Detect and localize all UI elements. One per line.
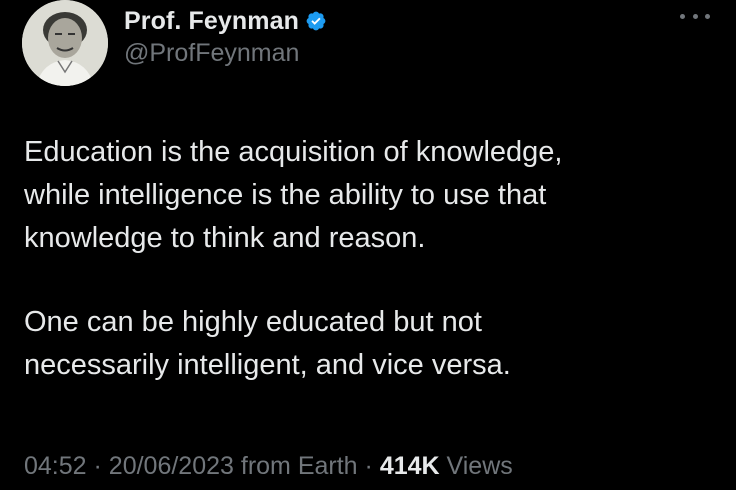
tweet-time[interactable]: 04:52 bbox=[24, 452, 87, 480]
avatar[interactable] bbox=[22, 0, 108, 86]
tweet: Prof. Feynman @ProfFeynman Education is … bbox=[0, 0, 736, 490]
display-name[interactable]: Prof. Feynman bbox=[124, 7, 299, 36]
views-count[interactable]: 414K bbox=[380, 452, 440, 480]
tweet-source: from Earth bbox=[240, 452, 358, 480]
name-row: Prof. Feynman bbox=[124, 4, 327, 38]
more-options-icon[interactable] bbox=[680, 8, 710, 24]
verified-badge-icon bbox=[305, 10, 327, 32]
avatar-image bbox=[22, 0, 108, 86]
more-dot bbox=[705, 13, 710, 19]
separator: · bbox=[93, 452, 102, 480]
tweet-paragraph-1: Education is the acquisition of knowledg… bbox=[24, 131, 724, 260]
handle[interactable]: @ProfFeynman bbox=[124, 39, 299, 68]
views-label[interactable]: Views bbox=[447, 452, 513, 480]
tweet-date[interactable]: 20/06/2023 bbox=[109, 452, 234, 480]
separator: · bbox=[364, 452, 373, 480]
tweet-paragraph-2: One can be highly educated but not neces… bbox=[24, 301, 724, 387]
more-dot bbox=[692, 13, 698, 19]
tweet-metadata: 04:52 · 20/06/2023 from Earth · 414K Vie… bbox=[24, 452, 513, 481]
more-dot bbox=[680, 13, 685, 19]
tweet-text: Education is the acquisition of knowledg… bbox=[24, 131, 724, 387]
tweet-paragraph-2-text: One can be highly educated but not neces… bbox=[24, 306, 511, 381]
tweet-paragraph-1-text: Education is the acquisition of knowledg… bbox=[24, 136, 563, 254]
